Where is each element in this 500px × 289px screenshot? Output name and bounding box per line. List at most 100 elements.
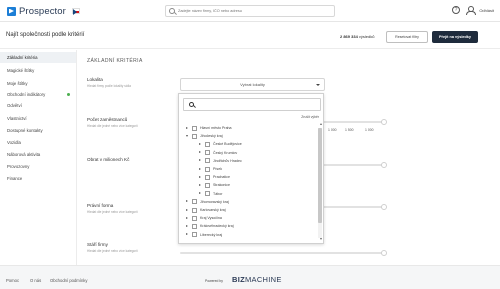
company-age-track[interactable] [180,252,385,254]
prospector-logo-icon [7,6,16,16]
scroll-up-icon[interactable] [320,123,322,125]
turnover-slider-handle[interactable] [381,162,387,168]
sidebar-item-label: Základní kritéria [7,55,38,60]
checkbox[interactable] [205,174,210,180]
reset-filters-button[interactable]: Resetovat filtry [386,31,428,43]
logout-link[interactable]: Odhlásit [479,8,494,13]
sidebar-item-ownership[interactable]: Vlastnictví [0,113,76,124]
employees-slider-handle[interactable] [381,119,387,125]
sidebar-item-business-indicators[interactable]: Obchodní indikátory [0,89,76,100]
chevron-right-icon[interactable] [199,167,201,170]
dropdown-item[interactable]: Jindřichův Hradec [179,157,319,165]
dropdown-item[interactable]: Hlavní město Praha [179,124,319,132]
dropdown-item[interactable]: Prachatice [179,173,319,181]
chevron-right-icon[interactable] [186,200,188,203]
sidebar-item-contacts[interactable]: Dostupné kontakty [0,125,76,136]
dropdown-item[interactable]: Strakonice [179,181,319,189]
chevron-right-icon[interactable] [199,175,201,178]
dropdown-item-label: Jihočeský kraj [200,134,223,139]
search-input[interactable] [178,9,328,13]
dropdown-item[interactable]: Liberecký kraj [179,231,319,239]
sidebar-item-branches[interactable]: Provozovny [0,161,76,172]
dropdown-item[interactable]: Jihočeský kraj [179,132,319,140]
chevron-right-icon[interactable] [186,233,188,236]
dropdown-item[interactable]: České Budějovice [179,140,319,148]
dropdown-item[interactable]: Písek [179,165,319,173]
dropdown-item[interactable]: Kraj Vysočina [179,214,319,222]
chevron-right-icon[interactable] [186,224,188,227]
criterion-location-hint: Hledat firmy podle lokality sídla [87,84,131,88]
dropdown-item-label: Liberecký kraj [200,232,223,237]
chevron-right-icon[interactable] [199,192,201,195]
dropdown-item[interactable]: Královéhradecký kraj [179,222,319,230]
checkbox[interactable] [205,158,210,164]
sidebar-item-label: Finance [7,176,23,181]
checkbox[interactable] [192,223,197,229]
bizmachine-logo[interactable]: BIZMACHINE [232,275,282,284]
dropdown-item-label: Jindřichův Hradec [213,158,242,163]
sidebar-item-hiring[interactable]: Náborová aktivita [0,149,76,160]
chevron-right-icon[interactable] [186,126,188,129]
company-age-handle[interactable] [381,250,387,256]
checkbox[interactable] [205,191,210,197]
chevron-right-icon[interactable] [186,216,188,219]
dropdown-item-label: České Budějovice [213,142,242,147]
czech-flag-icon[interactable] [71,8,80,14]
checkbox[interactable] [205,150,210,156]
scrollbar-thumb[interactable] [318,128,322,223]
dropdown-item[interactable]: Český Krumlov [179,149,319,157]
checkbox[interactable] [192,207,197,213]
chevron-right-icon[interactable] [186,208,188,211]
dropdown-item-label: Tábor [213,191,223,196]
checkbox[interactable] [192,125,197,131]
sidebar-item-vehicles[interactable]: Vozidla [0,137,76,148]
show-results-button[interactable]: Přejít na výsledky [432,31,478,43]
tick-label: 1 500 [345,128,354,132]
footer-link-help[interactable]: Pomoc [6,278,19,283]
dropdown-item-label: Hlavní město Praha [200,126,232,130]
chevron-right-icon[interactable] [199,142,201,145]
checkbox[interactable] [192,232,197,238]
chevron-right-icon[interactable] [199,151,201,154]
sidebar-item-industry[interactable]: Odvětví [0,100,76,111]
chevron-right-icon[interactable] [199,159,201,162]
sidebar-item-my-tags[interactable]: Moje štítky [0,78,76,89]
dropdown-item[interactable]: Karlovarský kraj [179,206,319,214]
chevron-down-icon[interactable] [186,135,188,138]
results-number: 2 869 334 [340,34,358,39]
location-dropdown: Zrušit výběr Hlavní město Praha Jihočeský… [178,93,324,244]
caret-up-icon [316,84,320,86]
dropdown-item-label: Písek [213,167,222,171]
criterion-legal-form-label: Právní forma [87,203,114,208]
user-icon[interactable] [466,6,476,15]
checkbox[interactable] [192,199,197,205]
dropdown-search[interactable] [183,98,321,111]
sidebar-item-label: Náborová aktivita [7,152,41,157]
chevron-right-icon[interactable] [199,183,201,186]
checkbox[interactable] [192,215,197,221]
dropdown-item-label: Strakonice [213,183,230,188]
dropdown-item[interactable]: Jihomoravský kraj [179,198,319,206]
sidebar-divider [76,50,77,265]
scroll-down-icon[interactable] [320,238,322,240]
deselect-all-link[interactable]: Zrušit výběr [301,115,319,119]
sidebar-item-finance[interactable]: Finance [0,173,76,184]
legal-form-handle[interactable] [381,204,387,210]
global-search[interactable] [165,5,335,17]
checkbox[interactable] [205,182,210,188]
location-select[interactable]: Vybrat lokality [180,78,325,91]
tick-label: 1 000 [328,128,337,132]
footer: Pomoc O nás Obchodní podmínky Powered by… [0,265,500,289]
footer-link-terms[interactable]: Obchodní podmínky [50,278,87,283]
checkbox[interactable] [205,166,210,172]
checkbox[interactable] [192,133,197,139]
sidebar-item-basic[interactable]: Základní kritéria [0,52,76,63]
dropdown-item[interactable]: Tábor [179,190,319,198]
sidebar-item-magic-tags[interactable]: Magické štítky [0,65,76,76]
criterion-company-age-label: Stáří firmy [87,242,108,247]
checkbox[interactable] [205,141,210,147]
logo[interactable]: Prospector [7,5,80,17]
dropdown-scrollbar[interactable] [318,128,322,238]
footer-link-about[interactable]: O nás [30,278,41,283]
help-icon[interactable]: ? [452,6,460,14]
